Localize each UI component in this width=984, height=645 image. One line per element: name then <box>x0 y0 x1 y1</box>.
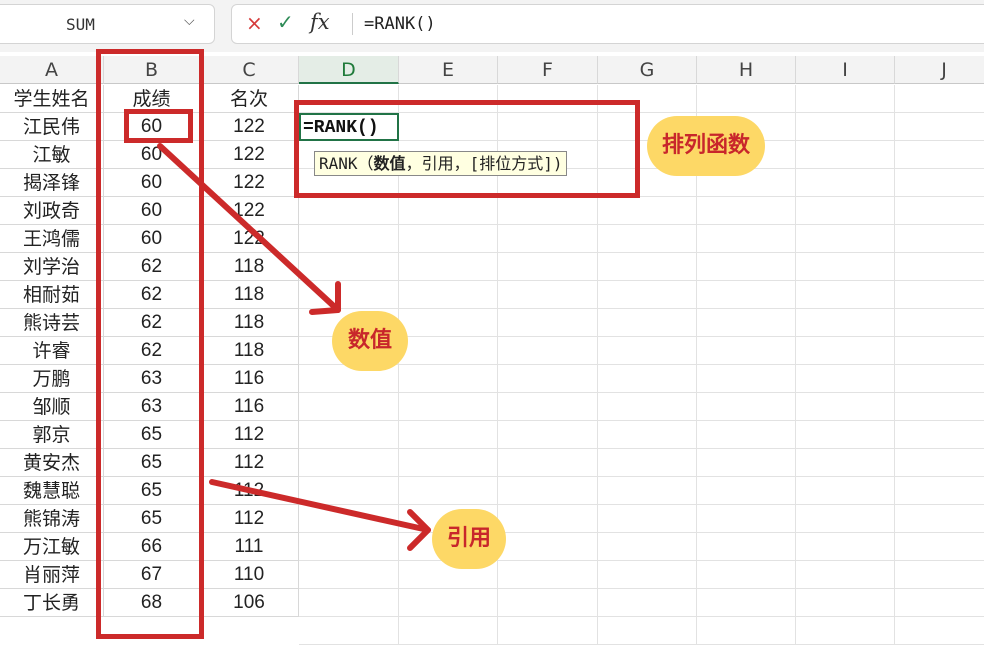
arrow-to-reference-label <box>209 479 431 533</box>
reference-label-bubble: 引用 <box>432 509 506 569</box>
function-label-bubble: 排列函数 <box>647 116 765 176</box>
arrow-to-value-label <box>157 143 341 313</box>
value-label-bubble: 数值 <box>332 311 408 371</box>
